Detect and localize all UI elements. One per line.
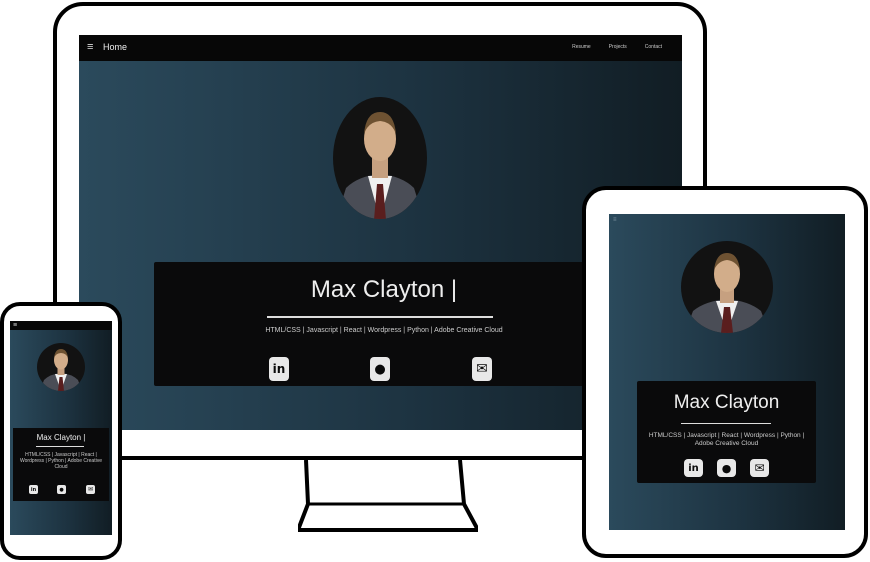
hamburger-icon[interactable]: ≡ — [613, 217, 617, 223]
nav-projects-link[interactable]: Projects — [609, 44, 627, 50]
nav-contact-link[interactable]: Contact — [645, 44, 662, 50]
github-icon[interactable]: ● — [717, 459, 736, 477]
skills-text: HTML/CSS | Javascript | React | Wordpres… — [20, 452, 102, 470]
profile-card: Max Clayton | HTML/CSS | Javascript | Re… — [13, 428, 109, 501]
profile-name: Max Clayton | — [310, 276, 458, 303]
tablet-screen: ≡ Max Clayton HTML/CSS | Javascript | Re… — [609, 214, 845, 530]
hamburger-icon[interactable]: ≡ — [87, 41, 93, 53]
divider — [267, 316, 493, 318]
github-icon[interactable]: ● — [370, 357, 390, 381]
linkedin-icon[interactable]: in — [29, 485, 38, 494]
profile-card: Max Clayton HTML/CSS | Javascript | Reac… — [637, 381, 816, 483]
nav-resume-link[interactable]: Resume — [572, 44, 591, 50]
linkedin-icon[interactable]: in — [684, 459, 703, 477]
avatar — [37, 343, 85, 391]
email-icon[interactable]: ✉ — [86, 485, 95, 494]
profile-card: Max Clayton | HTML/CSS | Javascript | Re… — [154, 262, 614, 386]
avatar — [681, 241, 773, 333]
email-icon[interactable]: ✉ — [750, 459, 769, 477]
github-icon[interactable]: ● — [57, 485, 66, 494]
divider — [681, 423, 771, 424]
monitor-stand — [298, 460, 478, 532]
nav-links: Resume Projects Contact — [572, 44, 662, 50]
phone-screen: ≡ Max Clayton | HTML/CSS | Javascript | … — [10, 321, 112, 535]
phone-navbar: ≡ — [10, 321, 112, 330]
desktop-navbar: ≡ Home Resume Projects Contact — [79, 35, 682, 61]
hamburger-icon[interactable]: ≡ — [13, 321, 17, 330]
divider — [36, 446, 84, 447]
profile-name: Max Clayton — [673, 392, 780, 413]
profile-name: Max Clayton | — [36, 433, 86, 442]
skills-text: HTML/CSS | Javascript | React | Wordpres… — [265, 327, 503, 334]
linkedin-icon[interactable]: in — [269, 357, 289, 381]
email-icon[interactable]: ✉ — [472, 357, 492, 381]
avatar — [333, 97, 427, 219]
nav-home-link[interactable]: Home — [103, 42, 127, 52]
skills-text: HTML/CSS | Javascript | React | Wordpres… — [648, 432, 805, 447]
